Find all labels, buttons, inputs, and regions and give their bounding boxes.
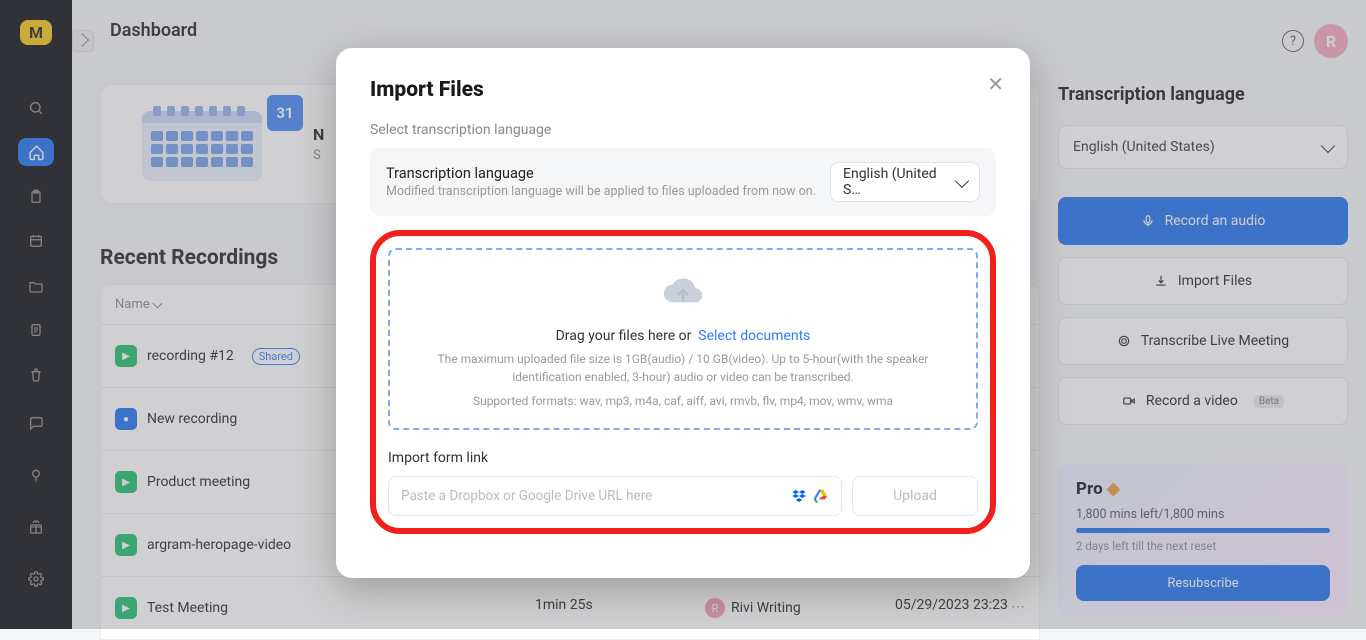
select-language-label: Select transcription language xyxy=(370,122,996,138)
import-files-modal: Import Files ✕ Select transcription lang… xyxy=(336,48,1030,578)
select-documents-link[interactable]: Select documents xyxy=(698,328,810,344)
import-from-link: Import form link Paste a Dropbox or Goog… xyxy=(388,450,978,516)
google-drive-icon xyxy=(813,488,829,504)
url-placeholder: Paste a Dropbox or Google Drive URL here xyxy=(401,488,652,504)
dropzone-desc: The maximum uploaded file size is 1GB(au… xyxy=(408,350,958,386)
dropzone[interactable]: Drag your files here or Select documents… xyxy=(388,248,978,430)
cloud-upload-icon xyxy=(662,272,704,308)
language-box: Transcription language Modified transcri… xyxy=(370,148,996,216)
url-input[interactable]: Paste a Dropbox or Google Drive URL here xyxy=(388,476,842,516)
modal-language-select[interactable]: English (United S… xyxy=(830,162,980,202)
modal-title: Import Files xyxy=(370,78,996,102)
close-icon[interactable]: ✕ xyxy=(987,72,1004,96)
upload-button[interactable]: Upload xyxy=(852,476,978,516)
language-box-title: Transcription language xyxy=(386,165,816,182)
highlight-annotation: Drag your files here or Select documents… xyxy=(370,230,996,534)
dropbox-icon xyxy=(791,488,807,504)
dropzone-formats: Supported formats: wav, mp3, m4a, caf, a… xyxy=(408,392,958,410)
language-box-desc: Modified transcription language will be … xyxy=(386,184,816,199)
import-link-label: Import form link xyxy=(388,450,978,466)
dropzone-text: Drag your files here or Select documents xyxy=(408,328,958,344)
